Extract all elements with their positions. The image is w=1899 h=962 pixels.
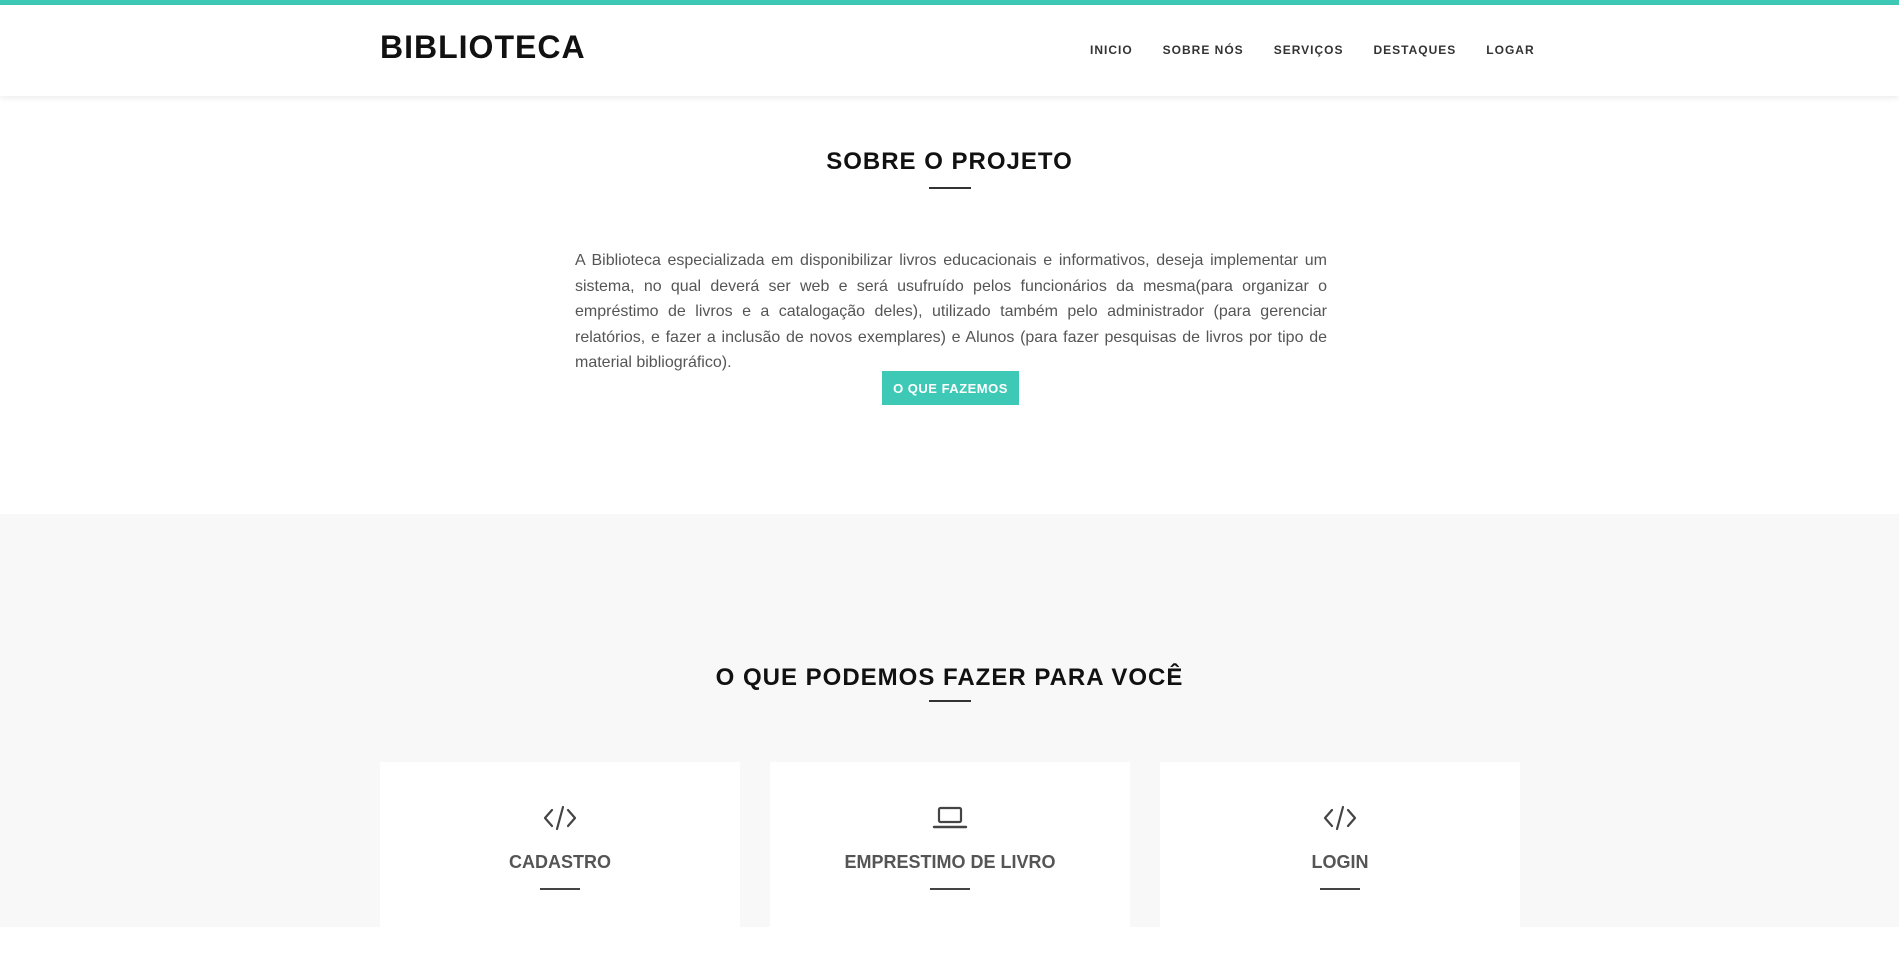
- card-title: CADASTRO: [509, 852, 611, 872]
- service-card-emprestimo[interactable]: EMPRESTIMO DE LIVRO: [770, 762, 1130, 962]
- about-section: SOBRE O PROJETO A Biblioteca especializa…: [0, 96, 1899, 514]
- card-title: EMPRESTIMO DE LIVRO: [844, 852, 1056, 872]
- services-section: O QUE PODEMOS FAZER PARA VOCÊ CADASTRO E…: [0, 514, 1899, 962]
- what-we-do-button[interactable]: O QUE FAZEMOS: [882, 371, 1019, 405]
- brand-logo[interactable]: BIBLIOTECA: [380, 29, 586, 66]
- nav-item-servicos[interactable]: SERVIÇOS: [1274, 43, 1344, 57]
- service-card-cadastro[interactable]: CADASTRO: [380, 762, 740, 962]
- laptop-icon: [770, 804, 1130, 832]
- code-icon: [380, 804, 740, 832]
- nav-item-destaques[interactable]: DESTAQUES: [1374, 43, 1457, 57]
- card-title-underline: [930, 888, 970, 890]
- main-nav: INICIO SOBRE NÓS SERVIÇOS DESTAQUES LOGA…: [1090, 43, 1565, 57]
- service-card-login[interactable]: LOGIN: [1160, 762, 1520, 962]
- services-title: O QUE PODEMOS FAZER PARA VOCÊ: [715, 664, 1184, 691]
- nav-item-sobre-nos[interactable]: SOBRE NÓS: [1163, 43, 1244, 57]
- nav-item-inicio[interactable]: INICIO: [1090, 43, 1133, 57]
- code-icon: [1160, 804, 1520, 832]
- card-title-underline: [540, 888, 580, 890]
- about-title: SOBRE O PROJETO: [826, 148, 1073, 175]
- card-title-underline: [1320, 888, 1360, 890]
- card-title: LOGIN: [1311, 852, 1369, 872]
- services-title-underline: [929, 700, 971, 702]
- about-title-underline: [929, 187, 971, 189]
- nav-item-logar[interactable]: LOGAR: [1486, 43, 1534, 57]
- navbar: BIBLIOTECA INICIO SOBRE NÓS SERVIÇOS DES…: [0, 5, 1899, 96]
- about-description: A Biblioteca especializada em disponibil…: [575, 252, 1327, 371]
